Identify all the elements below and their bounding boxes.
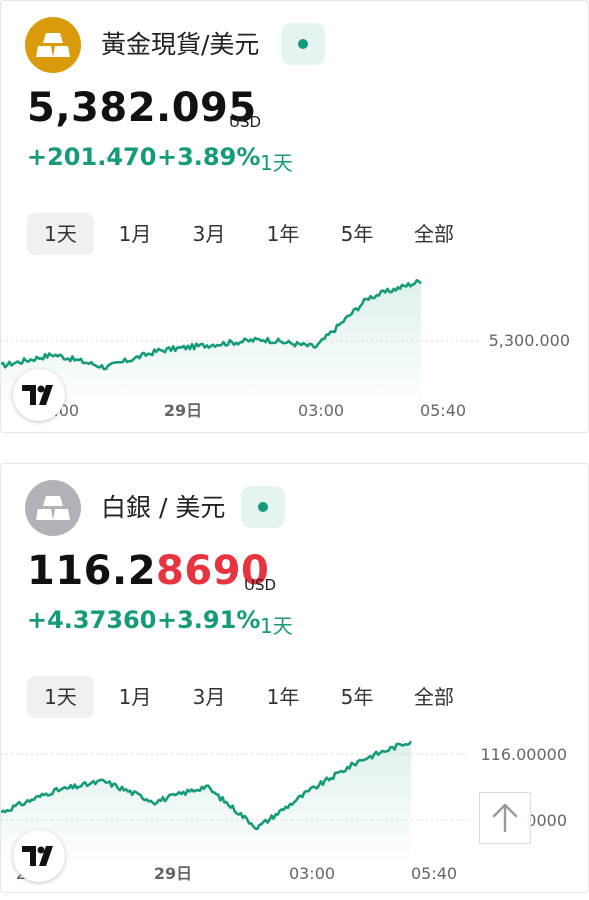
tab-1y[interactable]: 1年	[253, 676, 313, 718]
live-indicator	[241, 486, 285, 528]
tab-1m[interactable]: 1月	[105, 676, 165, 718]
tab-3m[interactable]: 3月	[179, 676, 239, 718]
tab-1y[interactable]: 1年	[253, 213, 313, 255]
tab-5y[interactable]: 5年	[327, 213, 387, 255]
tradingview-logo-icon[interactable]	[13, 830, 65, 882]
tradingview-logo-icon[interactable]	[13, 369, 65, 421]
price-value: 116.28690	[27, 548, 269, 594]
x-tick-label-1: 29日	[154, 864, 192, 883]
change-percent: +3.89%	[157, 143, 261, 171]
change-percent: +3.91%	[157, 606, 261, 634]
live-dot-icon	[298, 39, 308, 49]
tab-all[interactable]: 全部	[401, 676, 467, 718]
tab-all[interactable]: 全部	[401, 213, 467, 255]
gold-bars-icon	[25, 17, 81, 73]
price-head: 116.2	[27, 548, 157, 594]
live-dot-icon	[258, 502, 268, 512]
change-period: 1天	[260, 614, 293, 638]
x-tick-label-1: 29日	[164, 401, 202, 420]
tab-1d[interactable]: 1天	[27, 213, 94, 255]
range-tabs: 1天 1月 3月 1年 5年 全部	[27, 676, 467, 718]
asset-name: 白銀 / 美元	[101, 493, 226, 522]
x-tick-label-3: 05:40	[420, 401, 466, 420]
tab-3m[interactable]: 3月	[179, 213, 239, 255]
currency-label: USD	[229, 113, 262, 131]
price-value: 5,382.095	[27, 85, 257, 131]
y-tick-label-0: 116.00000	[480, 745, 567, 764]
live-indicator	[281, 23, 325, 65]
chart-area	[1, 741, 411, 858]
silver-bars-icon	[25, 480, 81, 536]
change-value: +201.470	[27, 143, 157, 171]
change-value: +4.37360	[27, 606, 157, 634]
arrow-up-icon	[492, 803, 518, 833]
range-tabs: 1天 1月 3月 1年 5年 全部	[27, 213, 467, 255]
currency-label: USD	[244, 576, 277, 594]
y-tick-label: 5,300.000	[489, 331, 570, 350]
scroll-to-top-button[interactable]	[479, 792, 531, 844]
x-tick-label-3: 05:40	[411, 864, 457, 883]
change-period: 1天	[260, 151, 293, 175]
tab-1m[interactable]: 1月	[105, 213, 165, 255]
tab-5y[interactable]: 5年	[327, 676, 387, 718]
tab-1d[interactable]: 1天	[27, 676, 94, 718]
asset-name: 黃金現貨/美元	[101, 30, 260, 59]
x-tick-label-2: 03:00	[298, 401, 344, 420]
x-tick-label-2: 03:00	[289, 864, 335, 883]
gold-card[interactable]: 黃金現貨/美元 5,382.095 USD +201.470 +3.89% 1天…	[0, 0, 589, 433]
gold-price-chart[interactable]: 5,300.000 00:00 29日 03:00 05:40	[1, 263, 589, 428]
y-tick-label-1: 0000	[526, 811, 567, 830]
